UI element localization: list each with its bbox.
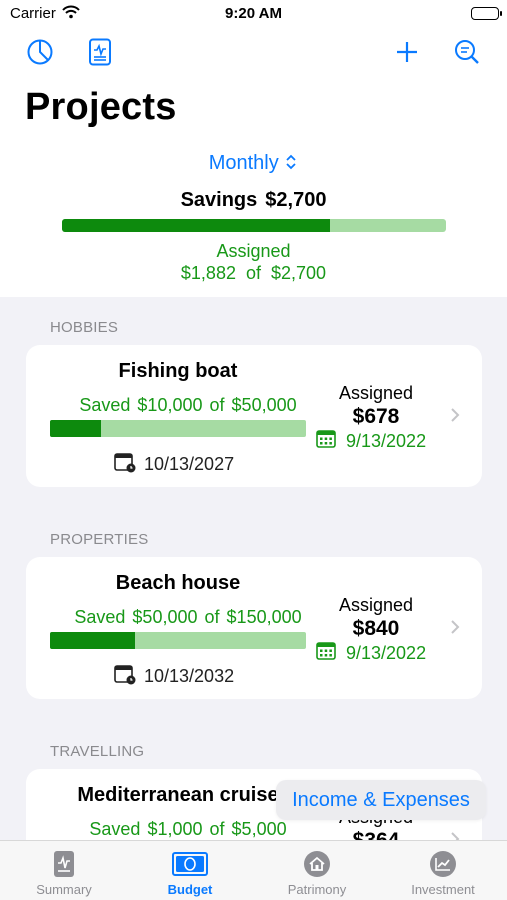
period-label: Monthly — [208, 152, 279, 174]
project-name: Mediterranean cruise — [77, 784, 279, 806]
chart-icon — [429, 850, 457, 878]
of-label: of — [209, 395, 225, 415]
assigned-total: $2,700 — [271, 263, 327, 283]
project-progress-fill — [50, 420, 102, 437]
status-time: 9:20 AM — [225, 5, 282, 22]
saved-label: Saved — [89, 819, 141, 839]
goal-amount: $5,000 — [231, 819, 287, 839]
tab-summary[interactable]: Summary — [1, 841, 127, 900]
house-icon — [303, 850, 331, 878]
report-document-icon[interactable] — [84, 36, 116, 68]
plus-icon[interactable] — [391, 36, 423, 68]
calendar-icon — [316, 429, 336, 454]
assigned-date: 9/13/2022 — [316, 429, 426, 454]
card-assigned-amount: $364 — [326, 829, 426, 840]
chevron-right-icon — [450, 827, 460, 840]
tab-label: Summary — [36, 882, 92, 897]
tab-bar: Summary Budget Patrimony Investment — [0, 840, 507, 900]
saved-amount: $10,000 — [137, 395, 203, 415]
card-assigned-label: Assigned — [338, 383, 414, 403]
page-title: Projects — [25, 86, 177, 128]
section-label-hobbies: HOBBIES — [50, 319, 119, 336]
status-bar: Carrier 9:20 AM — [0, 0, 507, 28]
calendar-clock-icon — [114, 451, 136, 478]
summary-icon — [53, 850, 75, 878]
project-progress-bar — [50, 632, 306, 649]
tab-label: Patrimony — [287, 882, 347, 897]
savings-label: Savings — [180, 189, 258, 211]
project-saved: Saved $50,000 of $150,000 — [46, 607, 330, 628]
tab-patrimony[interactable]: Patrimony — [254, 841, 380, 900]
card-assigned-label: Assigned — [338, 595, 414, 615]
card-assigned-amount: $840 — [352, 617, 400, 640]
assigned-summary: Assigned $1,882 of $2,700 — [0, 240, 507, 284]
up-down-chevron-icon — [284, 152, 298, 174]
calendar-icon — [316, 641, 336, 666]
tab-investment[interactable]: Investment — [380, 841, 506, 900]
card-assigned-amount: $678 — [352, 405, 400, 428]
target-date: 10/13/2032 — [114, 663, 234, 690]
target-date: 10/13/2027 — [114, 451, 234, 478]
project-progress-fill — [50, 632, 136, 649]
saved-label: Saved — [74, 607, 126, 627]
tab-label: Budget — [167, 882, 213, 897]
chevron-right-icon — [450, 403, 460, 429]
income-expenses-button[interactable]: Income & Expenses — [276, 780, 486, 820]
target-date-value: 10/13/2027 — [144, 454, 235, 474]
project-name: Beach house — [115, 572, 241, 594]
calendar-clock-icon — [114, 663, 136, 690]
project-name: Fishing boat — [118, 360, 238, 382]
assigned-date-value: 9/13/2022 — [346, 431, 427, 451]
of-label: of — [204, 607, 220, 627]
savings-summary: Savings $2,700 — [0, 189, 507, 212]
project-card-beach-house[interactable]: Beach house Saved $50,000 of $150,000 10… — [26, 557, 482, 699]
goal-amount: $50,000 — [231, 395, 297, 415]
savings-progress-fill — [62, 219, 330, 232]
period-selector[interactable]: Monthly — [0, 152, 507, 175]
saved-label: Saved — [79, 395, 131, 415]
battery-icon — [471, 7, 502, 20]
section-label-travelling: TRAVELLING — [50, 743, 145, 760]
project-progress-bar — [50, 420, 306, 437]
tab-budget[interactable]: Budget — [127, 841, 253, 900]
project-saved: Saved $1,000 of $5,000 — [46, 819, 330, 840]
saved-amount: $50,000 — [132, 607, 198, 627]
assigned-amount: $1,882 — [180, 263, 236, 283]
goal-amount: $150,000 — [226, 607, 302, 627]
savings-progress-bar — [62, 219, 446, 232]
project-card-fishing-boat[interactable]: Fishing boat Saved $10,000 of $50,000 10… — [26, 345, 482, 487]
project-saved: Saved $10,000 of $50,000 — [46, 395, 330, 416]
tab-label: Investment — [411, 882, 475, 897]
assigned-date-value: 9/13/2022 — [346, 643, 427, 663]
savings-amount: $2,700 — [265, 189, 327, 211]
saved-amount: $1,000 — [147, 819, 203, 839]
assigned-label: Assigned — [216, 241, 291, 261]
target-date-value: 10/13/2032 — [144, 666, 235, 686]
assigned-date: 9/13/2022 — [316, 641, 426, 666]
section-label-properties: PROPERTIES — [50, 531, 149, 548]
chevron-right-icon — [450, 615, 460, 641]
search-list-icon[interactable] — [451, 36, 483, 68]
pie-chart-icon[interactable] — [24, 36, 56, 68]
of-label: of — [209, 819, 225, 839]
of-label: of — [245, 263, 261, 283]
budget-icon — [172, 850, 208, 878]
